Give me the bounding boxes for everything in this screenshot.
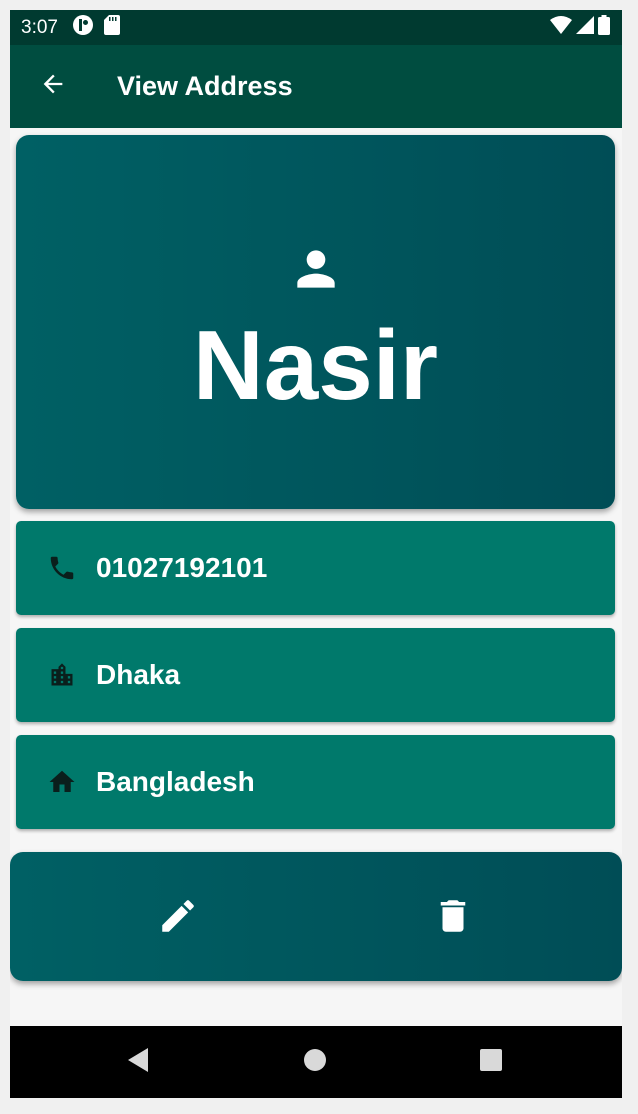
- phone-icon: [47, 553, 77, 583]
- app-notification-icon: [72, 14, 94, 41]
- status-bar: 3:07: [10, 10, 622, 45]
- battery-icon: [598, 15, 610, 40]
- cell-signal-icon: [576, 16, 594, 39]
- phone-number: 01027192101: [96, 552, 268, 583]
- delete-icon: [432, 895, 474, 942]
- back-button[interactable]: [32, 66, 74, 108]
- contact-name-card: Nasir: [16, 135, 615, 509]
- system-navigation-bar: [10, 1026, 622, 1098]
- home-icon: [47, 767, 77, 797]
- device-screen: 3:07 View Address Nasir 01027192101 Dhak…: [10, 10, 622, 1098]
- edit-button[interactable]: [146, 886, 210, 950]
- triangle-back-icon: [126, 1047, 150, 1078]
- contact-name: Nasir: [192, 309, 439, 420]
- arrow-back-icon: [39, 70, 67, 103]
- phone-row[interactable]: 01027192101: [16, 521, 615, 615]
- wifi-icon: [550, 16, 572, 39]
- page-title: View Address: [117, 71, 293, 101]
- city-row[interactable]: Dhaka: [16, 628, 615, 722]
- city-name: Dhaka: [96, 659, 181, 690]
- circle-home-icon: [303, 1048, 327, 1077]
- edit-icon: [157, 895, 199, 942]
- status-time: 3:07: [21, 16, 58, 38]
- nav-back-button[interactable]: [120, 1044, 156, 1080]
- country-name: Bangladesh: [96, 766, 255, 797]
- delete-button[interactable]: [421, 886, 485, 950]
- nav-home-button[interactable]: [297, 1044, 333, 1080]
- app-bar: View Address: [10, 45, 622, 128]
- action-bar: [10, 852, 622, 981]
- square-recents-icon: [480, 1048, 502, 1076]
- city-icon: [47, 660, 77, 690]
- nav-recents-button[interactable]: [473, 1044, 509, 1080]
- country-row[interactable]: Bangladesh: [16, 735, 615, 829]
- sd-card-icon: [103, 15, 120, 40]
- person-icon: [288, 241, 344, 302]
